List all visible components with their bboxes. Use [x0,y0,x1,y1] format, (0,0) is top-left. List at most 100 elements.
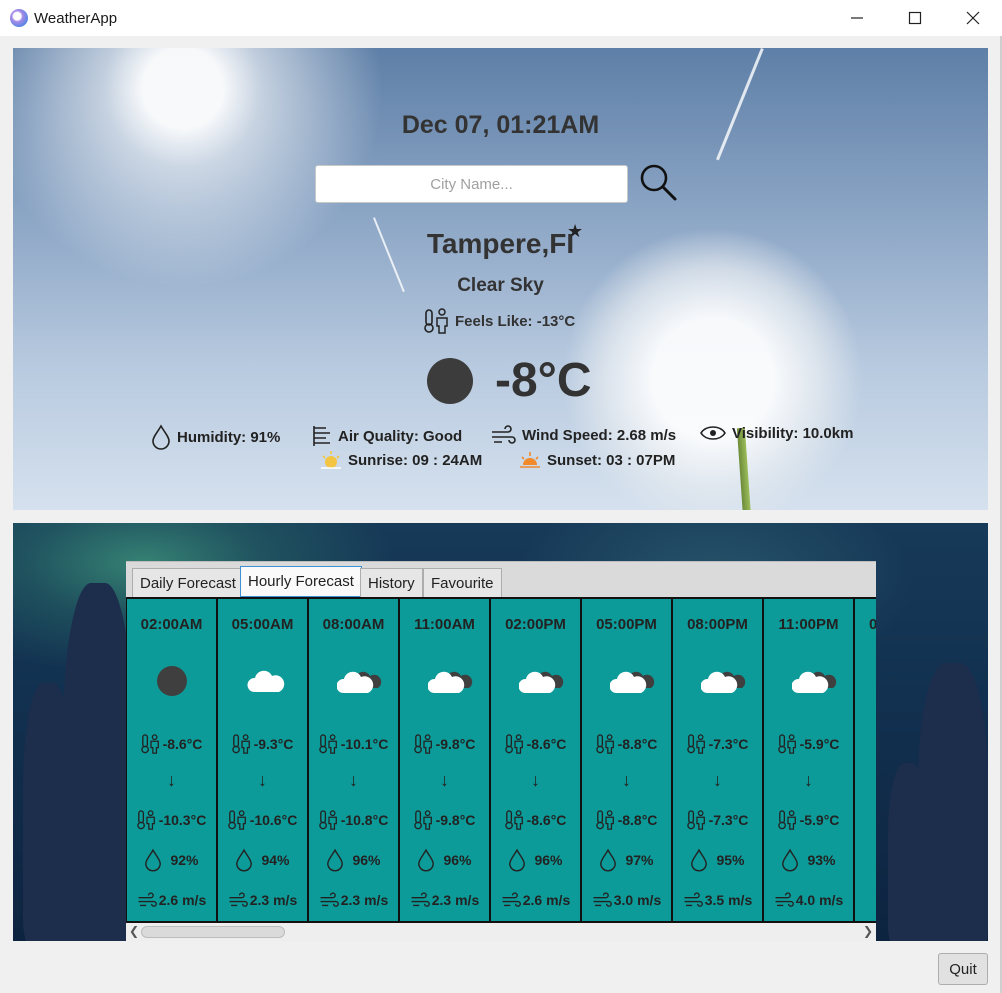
forecast-time: 11:00AM [414,616,475,633]
thermometer-person-icon [136,810,155,830]
air-quality-stat: Air Quality: Good [310,424,462,448]
weather-condition: Clear Sky [457,275,544,296]
forecast-temp: -8.8°C [617,736,658,752]
sunrise-stat: Sunrise: 09 : 24AM [320,450,482,470]
background-tree [888,763,928,941]
forecast-temp-row: -8.6°C [491,734,580,754]
background-tree [23,683,73,941]
forecast-wind-row: 2.3 m/s [218,891,307,909]
favorite-star-icon[interactable]: ★ [567,221,583,242]
droplet-icon [509,848,526,872]
search-icon[interactable] [638,162,678,202]
overcast-cloud-icon [791,671,837,693]
thermometer-person-icon [140,734,159,754]
feels-like-row: Feels Like: -13°C [423,308,575,334]
forecast-humidity: 94% [261,852,290,868]
forecast-feels: -7.3°C [708,812,749,828]
trend-arrow-icon: ↓ [713,770,722,790]
forecast-temp-row: -5.9°C [764,734,853,754]
wind-icon [502,892,521,907]
forecast-time: 0 [869,616,876,633]
scroll-thumb[interactable] [141,926,285,938]
droplet-icon [236,848,253,872]
moon-icon [427,357,473,404]
forecast-wind: 3.0 m/s [613,892,662,908]
droplet-icon [418,848,435,872]
droplet-icon [152,424,170,450]
title-bar: WeatherApp [0,0,1002,36]
trend-arrow-icon: ↓ [440,770,449,790]
overcast-cloud-icon [700,671,746,693]
scroll-left-icon[interactable]: ❮ [129,924,139,938]
forecast-wind: 2.6 m/s [522,892,571,908]
feels-like-text: Feels Like: -13°C [455,312,576,330]
maximize-icon [908,11,922,25]
forecast-wind-row: 3.5 m/s [673,891,762,909]
window-title: WeatherApp [34,9,118,27]
moon-icon [157,666,187,696]
thermometer-person-icon [318,810,337,830]
forecast-weather-icon [609,665,655,697]
tab-daily-forecast[interactable]: Daily Forecast [132,568,244,597]
forecast-humidity: 95% [716,852,745,868]
quit-button[interactable]: Quit [938,953,988,985]
hourly-forecast-card: 08:00AM -10.1°C ↓ -10.8°C 96% 2.3 m/s [309,599,398,921]
forecast-wind-row: 2.6 m/s [127,891,216,909]
forecast-feels: -8.8°C [617,812,658,828]
wind-icon [138,892,157,907]
city-name: Tampere,FI [426,228,575,259]
hourly-forecast-list: 02:00AM -8.6°C ↓ -10.3°C 92% 2.6 m/s 05:00AM -9… [126,597,876,923]
forecast-humidity-row: 94% [218,848,307,872]
forecast-feels: -10.6°C [249,812,298,828]
forecast-humidity-row: 96% [309,848,398,872]
droplet-icon [145,848,162,872]
forecast-wind: 2.6 m/s [158,892,207,908]
forecast-humidity-row: 96% [491,848,580,872]
maximize-button[interactable] [886,0,944,36]
forecast-wind-row: 3.0 m/s [582,891,671,909]
humidity-text: Humidity: 91% [177,428,281,446]
sunset-stat: Sunset: 03 : 07PM [519,450,675,470]
horizontal-scrollbar[interactable]: ❮ ❯ [126,923,876,941]
forecast-feels-row: -10.3°C [127,810,216,830]
hourly-forecast-card: 05:00AM -9.3°C ↓ -10.6°C 94% 2.3 m/s [218,599,307,921]
thermometer-person-icon [424,308,448,334]
wind-icon [492,425,516,444]
eye-icon [700,426,726,440]
forecast-humidity-row: 93% [764,848,853,872]
thermometer-person-icon [777,734,796,754]
forecast-humidity: 93% [807,852,836,868]
thermometer-person-icon [413,734,432,754]
droplet-icon [600,848,617,872]
forecast-humidity: 96% [443,852,472,868]
scroll-right-icon[interactable]: ❯ [863,924,873,938]
background-streak [716,48,764,161]
forecast-time: 02:00AM [140,616,203,633]
droplet-icon [691,848,708,872]
minimize-button[interactable] [828,0,886,36]
hourly-forecast-card: 05:00PM -8.8°C ↓ -8.8°C 97% 3.0 m/s [582,599,671,921]
wind-icon [593,892,612,907]
city-search-input[interactable] [315,165,628,203]
tab-favourite[interactable]: Favourite [423,568,502,597]
window-controls [828,0,1002,36]
humidity-stat: Humidity: 91% [151,424,280,450]
forecast-feels: -9.8°C [435,812,476,828]
forecast-weather-icon [336,665,382,697]
forecast-humidity-row: 96% [400,848,489,872]
thermometer-person-icon [231,734,250,754]
wind-icon [775,892,794,907]
forecast-wind-row: 2.6 m/s [491,891,580,909]
minimize-icon [851,17,863,19]
forecast-wind-row: 2.3 m/s [309,891,398,909]
forecast-feels-row: -10.6°C [218,810,307,830]
tab-hourly-forecast[interactable]: Hourly Forecast [240,566,362,597]
app-logo-icon [10,9,28,27]
forecast-temp-row: -8.6°C [127,734,216,754]
background-tree [918,663,988,941]
forecast-feels-row: -8.6°C [491,810,580,830]
tab-history[interactable]: History [360,568,423,597]
close-button[interactable] [944,0,1002,36]
hourly-forecast-card: 08:00PM -7.3°C ↓ -7.3°C 95% 3.5 m/s [673,599,762,921]
sunrise-text: Sunrise: 09 : 24AM [348,451,483,469]
